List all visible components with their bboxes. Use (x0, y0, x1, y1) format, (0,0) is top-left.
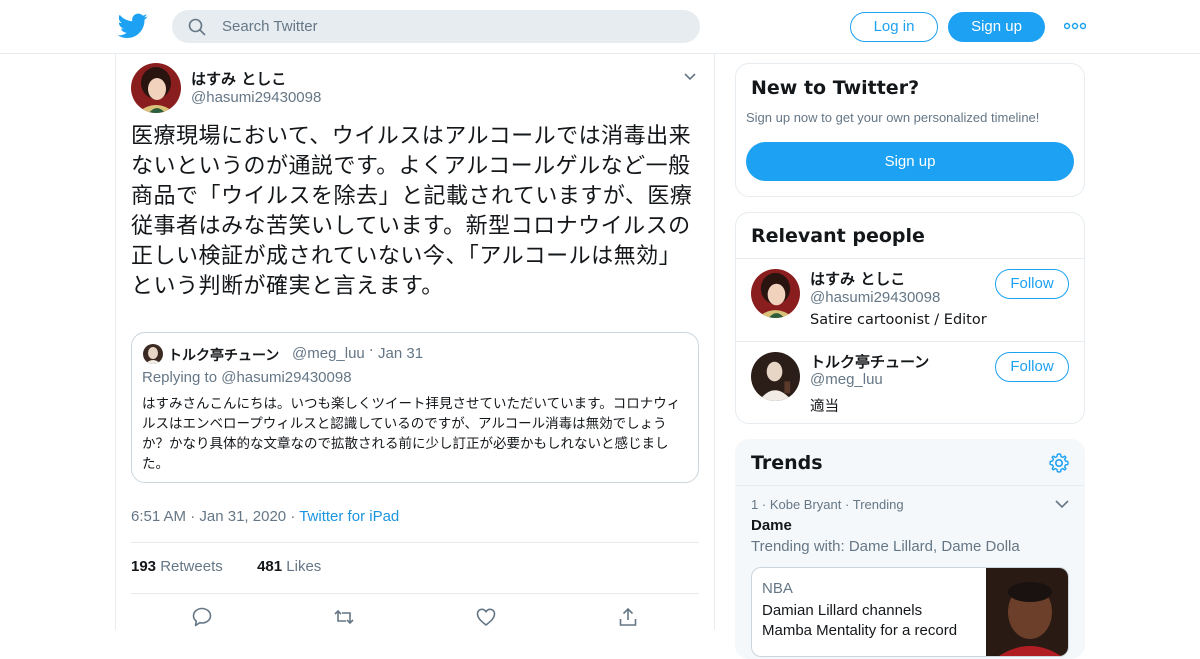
trend-separator: · (761, 497, 767, 512)
trend-status: Trending (852, 497, 904, 512)
trend-name[interactable]: Dame (751, 517, 792, 534)
gear-icon[interactable] (1048, 452, 1070, 474)
person-bio: Satire cartoonist / Editor (810, 312, 987, 328)
chevron-down-icon[interactable] (682, 69, 698, 85)
likes-count: 481 (257, 558, 283, 575)
story-thumbnail (986, 568, 1068, 656)
top-navigation-bar: Log in Sign up (0, 0, 1200, 54)
person-avatar[interactable] (751, 269, 800, 318)
tweet-text: 医療現場において、ウイルスはアルコールでは消毒出来ないというのが通説です。よくア… (131, 124, 693, 299)
relevant-people-card: Relevant people はすみ としこ @hasumi29430098 … (735, 212, 1085, 424)
search-icon (188, 18, 206, 36)
tweet-metadata: 6:51 AM · Jan 31, 2020 · Twitter for iPa… (131, 508, 399, 525)
follow-button[interactable]: Follow (995, 352, 1069, 382)
like-icon[interactable] (475, 606, 497, 628)
signup-button[interactable]: Sign up (948, 12, 1045, 42)
new-to-twitter-title: New to Twitter? (751, 77, 920, 99)
tweet-time[interactable]: 6:51 AM (131, 508, 186, 525)
person-avatar[interactable] (751, 352, 800, 401)
retweets-stat[interactable]: 193 Retweets (131, 558, 223, 575)
replying-prefix: Replying to (142, 369, 218, 386)
person-handle[interactable]: @meg_luu (810, 371, 883, 388)
author-name[interactable]: はすみ としこ (191, 68, 286, 89)
trend-separator: · (845, 497, 850, 512)
meta-separator: · (290, 508, 296, 525)
quote-author-handle: @meg_luu (292, 345, 365, 362)
trend-meta: 1 · Kobe Bryant · Trending (751, 497, 904, 512)
login-button[interactable]: Log in (850, 12, 938, 42)
tweet-stats: 193 Retweets 481 Likes (131, 558, 321, 575)
author-handle[interactable]: @hasumi29430098 (191, 89, 321, 106)
likes-stat[interactable]: 481 Likes (257, 558, 321, 575)
author-avatar[interactable] (131, 63, 181, 113)
search-box[interactable] (172, 10, 700, 43)
share-icon[interactable] (617, 606, 639, 628)
person-name[interactable]: はすみ としこ (810, 268, 905, 289)
likes-label: Likes (286, 558, 322, 575)
new-to-twitter-card: New to Twitter? Sign up now to get your … (735, 63, 1085, 197)
twitter-bird-icon[interactable] (118, 13, 148, 39)
divider (131, 593, 699, 594)
divider (736, 258, 1084, 259)
tweet-source-link[interactable]: Twitter for iPad (299, 508, 399, 525)
sidebar-signup-button[interactable]: Sign up (746, 142, 1074, 181)
retweet-icon[interactable] (333, 606, 355, 628)
reply-icon[interactable] (191, 606, 213, 628)
quote-date: Jan 31 (378, 345, 424, 362)
search-input[interactable] (222, 10, 682, 43)
person-name[interactable]: トルク亭チューン (810, 351, 929, 372)
trend-trending-with: Trending with: Dame Lillard, Dame Dolla (751, 538, 1020, 555)
follow-button[interactable]: Follow (995, 269, 1069, 299)
quote-separator: · (369, 343, 374, 359)
trend-story-card[interactable]: NBA Damian Lillard channels Mamba Mental… (751, 567, 1069, 657)
story-source: NBA (762, 580, 793, 597)
chevron-down-icon[interactable] (1054, 498, 1070, 510)
trend-context: Kobe Bryant (769, 497, 842, 512)
trends-card: Trends 1 · Kobe Bryant · Trending Dame T… (735, 439, 1085, 659)
tweet-date[interactable]: Jan 31, 2020 (199, 508, 286, 525)
quote-author-name: トルク亭チューン (168, 348, 280, 364)
quote-author-avatar (143, 344, 163, 364)
relevant-people-title: Relevant people (751, 225, 925, 247)
person-handle[interactable]: @hasumi29430098 (810, 289, 940, 306)
divider (736, 341, 1084, 342)
trends-title: Trends (751, 452, 823, 474)
quote-replying-to: Replying to @hasumi29430098 (142, 369, 352, 386)
divider (131, 542, 699, 543)
new-to-twitter-subtitle: Sign up now to get your own personalized… (746, 110, 1040, 125)
trend-rank: 1 (751, 497, 759, 512)
replying-to-link[interactable]: @hasumi29430098 (221, 369, 351, 386)
more-dots-icon[interactable] (1064, 20, 1086, 32)
story-headline: Damian Lillard channels Mamba Mentality … (762, 602, 958, 639)
retweets-label: Retweets (160, 558, 223, 575)
quoted-tweet[interactable]: トルク亭チューン @meg_luu · Jan 31 Replying to @… (131, 332, 699, 483)
quote-text: はすみさんこんにちは。いつも楽しくツイート拝見させていただいています。コロナウィ… (142, 396, 681, 472)
divider (736, 485, 1084, 486)
meta-separator: · (190, 508, 196, 525)
person-bio: 適当 (810, 399, 839, 415)
retweets-count: 193 (131, 558, 157, 575)
tweet-detail: はすみ としこ @hasumi29430098 医療現場において、ウイルスはアル… (115, 54, 715, 630)
